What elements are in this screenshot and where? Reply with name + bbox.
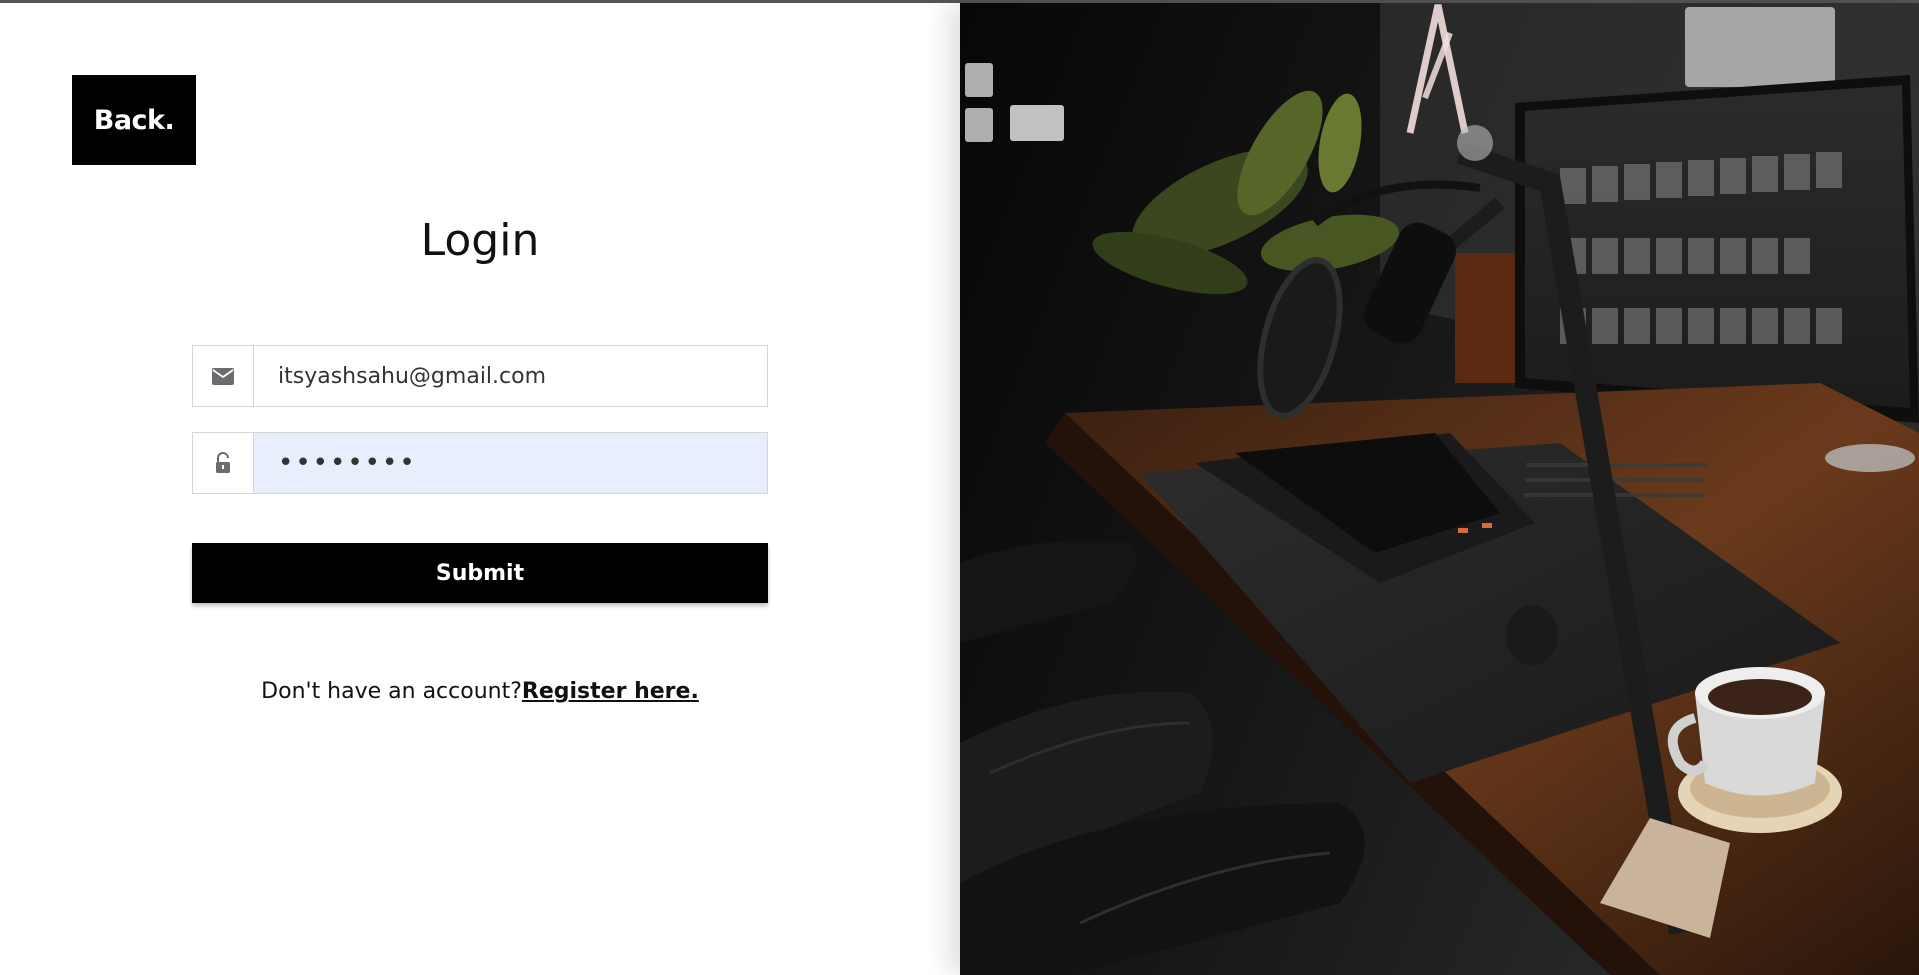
envelope-icon bbox=[193, 346, 254, 406]
password-input[interactable] bbox=[254, 433, 767, 493]
unlock-icon bbox=[193, 433, 254, 493]
desk-setup-photo bbox=[960, 3, 1919, 975]
register-prompt-text: Don't have an account? bbox=[261, 679, 522, 704]
register-prompt: Don't have an account?Register here. bbox=[0, 679, 960, 704]
email-input[interactable] bbox=[254, 346, 767, 406]
brand-logo-text: Back. bbox=[93, 104, 175, 136]
register-link[interactable]: Register here. bbox=[522, 679, 699, 704]
password-field bbox=[192, 432, 768, 494]
page-title: Login bbox=[420, 215, 540, 266]
login-panel: Back. Login Submit bbox=[0, 3, 960, 975]
email-field bbox=[192, 345, 768, 407]
login-page: Back. Login Submit bbox=[0, 0, 1919, 975]
submit-button[interactable]: Submit bbox=[192, 543, 768, 603]
hero-image bbox=[960, 3, 1919, 975]
brand-logo[interactable]: Back. bbox=[72, 75, 196, 165]
